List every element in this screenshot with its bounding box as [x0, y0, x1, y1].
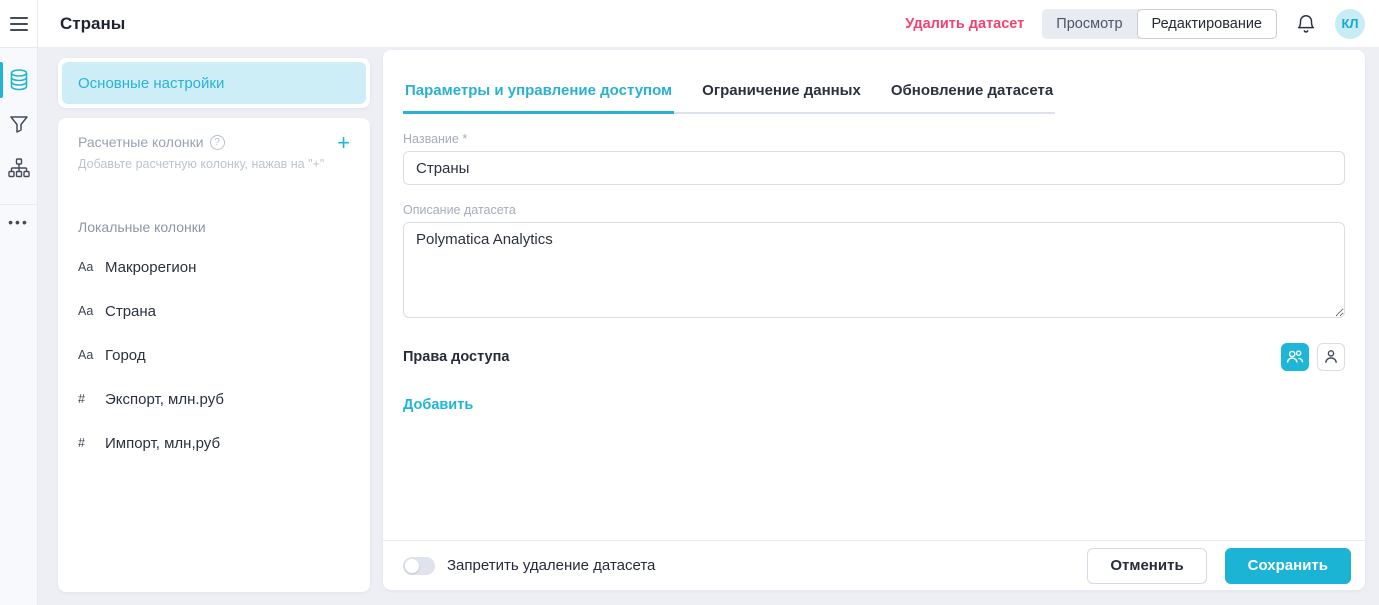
rail-item-datasets[interactable]: [0, 58, 37, 102]
column-label: Макрорегион: [105, 259, 196, 276]
database-icon: [8, 68, 30, 92]
users-access-button[interactable]: [1317, 343, 1345, 371]
form-footer: Запретить удаление датасета Отменить Сох…: [383, 540, 1365, 590]
column-label: Город: [105, 347, 146, 364]
person-icon: [1323, 349, 1339, 365]
more-options-icon[interactable]: •••: [0, 215, 37, 229]
top-bar: Страны Удалить датасет Просмотр Редактир…: [38, 0, 1379, 48]
add-calc-column-button[interactable]: +: [331, 134, 356, 152]
tab-dataset-update[interactable]: Обновление датасета: [889, 76, 1055, 112]
access-rights-label: Права доступа: [403, 349, 509, 365]
list-item-column[interactable]: Aa Макрорегион: [78, 245, 356, 289]
calc-columns-label: Расчетные колонки: [78, 134, 204, 150]
menu-button[interactable]: [0, 0, 37, 48]
tab-params-access[interactable]: Параметры и управление доступом: [403, 76, 674, 114]
description-textarea[interactable]: Polymatica Analytics: [403, 222, 1345, 318]
calc-columns-title: Расчетные колонки ?: [78, 134, 225, 150]
notifications-bell-icon[interactable]: [1295, 13, 1317, 35]
sidebar-settings-card: Основные настройки: [58, 58, 370, 108]
calc-columns-hint: Добавьте расчетную колонку, нажав на "+": [78, 157, 356, 171]
rail-divider: [0, 204, 37, 205]
toggle-knob: [405, 559, 419, 573]
active-indicator: [0, 62, 3, 98]
sidebar-item-main-settings[interactable]: Основные настройки: [62, 62, 366, 104]
list-item-column[interactable]: Aa Страна: [78, 289, 356, 333]
column-label: Страна: [105, 303, 156, 320]
list-item-column[interactable]: # Экспорт, млн.руб: [78, 377, 356, 421]
mode-edit-button[interactable]: Редактирование: [1137, 9, 1277, 39]
forbid-deletion-toggle[interactable]: [403, 557, 435, 575]
columns-list: Aa Макрорегион Aa Страна Aa Город # Эксп…: [78, 245, 356, 465]
number-type-icon: #: [78, 436, 96, 450]
funnel-icon: [9, 114, 29, 134]
column-label: Импорт, млн,руб: [105, 435, 220, 452]
user-avatar[interactable]: КЛ: [1335, 9, 1365, 39]
group-icon: [1286, 349, 1304, 365]
description-field-label: Описание датасета: [403, 203, 1345, 217]
list-item-column[interactable]: Aa Город: [78, 333, 356, 377]
local-columns-title: Локальные колонки: [78, 219, 356, 235]
column-label: Экспорт, млн.руб: [105, 391, 224, 408]
dataset-form: Название * Описание датасета Polymatica …: [383, 114, 1365, 413]
tab-data-restriction[interactable]: Ограничение данных: [700, 76, 863, 112]
add-access-link[interactable]: Добавить: [403, 397, 473, 413]
forbid-deletion-label: Запретить удаление датасета: [447, 557, 655, 574]
text-type-icon: Aa: [78, 304, 96, 318]
sidebar-columns-card: Расчетные колонки ? + Добавьте расчетную…: [58, 118, 370, 592]
hierarchy-icon: [8, 158, 30, 178]
rail-item-hierarchy[interactable]: [0, 146, 37, 190]
number-type-icon: #: [78, 392, 96, 406]
text-type-icon: Aa: [78, 260, 96, 274]
text-type-icon: Aa: [78, 348, 96, 362]
mode-segmented-control: Просмотр Редактирование: [1042, 9, 1277, 39]
list-item-column[interactable]: # Импорт, млн,руб: [78, 421, 356, 465]
mode-view-button[interactable]: Просмотр: [1042, 9, 1136, 39]
name-field-label: Название *: [403, 132, 1345, 146]
icon-rail: •••: [0, 0, 38, 605]
rail-item-filters[interactable]: [0, 102, 37, 146]
save-button[interactable]: Сохранить: [1225, 548, 1351, 584]
hamburger-icon: [10, 17, 28, 31]
groups-access-button[interactable]: [1281, 343, 1309, 371]
tab-bar: Параметры и управление доступом Ограниче…: [403, 76, 1055, 114]
delete-dataset-link[interactable]: Удалить датасет: [905, 16, 1024, 32]
help-icon[interactable]: ?: [210, 135, 225, 150]
cancel-button[interactable]: Отменить: [1087, 548, 1206, 584]
name-input[interactable]: [403, 151, 1345, 185]
dataset-settings-panel: Параметры и управление доступом Ограниче…: [383, 50, 1365, 590]
page-title: Страны: [60, 14, 125, 34]
